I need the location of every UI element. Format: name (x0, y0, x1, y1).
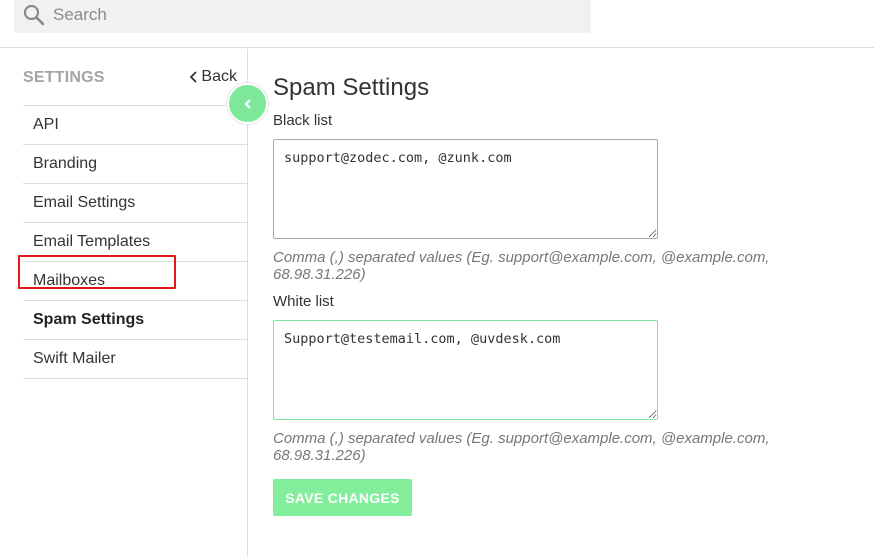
sidebar-item-spam-settings[interactable]: Spam Settings (23, 301, 247, 340)
search-icon (22, 3, 46, 27)
sidebar-item-branding[interactable]: Branding (23, 145, 247, 184)
search-input[interactable]: Search (14, 0, 591, 33)
search-placeholder: Search (53, 5, 107, 24)
blacklist-textarea[interactable]: support@zodec.com, @zunk.com (273, 139, 658, 239)
back-link[interactable]: Back (189, 68, 237, 86)
settings-menu: API Branding Email Settings Email Templa… (23, 105, 247, 379)
top-bar: Search (0, 0, 874, 48)
back-label: Back (201, 68, 237, 85)
collapse-sidebar-button[interactable] (227, 83, 268, 124)
whitelist-textarea[interactable]: Support@testemail.com, @uvdesk.com (273, 320, 658, 420)
page-title: Spam Settings (273, 74, 430, 101)
blacklist-hint: Comma (,) separated values (Eg. support@… (273, 249, 770, 283)
sidebar-item-swift-mailer[interactable]: Swift Mailer (23, 340, 247, 379)
whitelist-hint: Comma (,) separated values (Eg. support@… (273, 430, 770, 464)
sidebar-item-email-settings[interactable]: Email Settings (23, 184, 247, 223)
save-changes-button[interactable]: SAVE CHANGES (273, 479, 412, 516)
sidebar-header: SETTINGS Back (23, 68, 247, 87)
sidebar-item-api[interactable]: API (23, 106, 247, 145)
sidebar-title: SETTINGS (23, 69, 105, 86)
sidebar-item-email-templates[interactable]: Email Templates (23, 223, 247, 262)
whitelist-label: White list (273, 293, 334, 310)
chevron-left-icon (190, 71, 198, 83)
chevron-left-icon (243, 98, 251, 109)
sidebar-item-mailboxes[interactable]: Mailboxes (23, 262, 247, 301)
settings-sidebar: SETTINGS Back API Branding Email Setting… (0, 49, 248, 557)
blacklist-label: Black list (273, 112, 333, 129)
